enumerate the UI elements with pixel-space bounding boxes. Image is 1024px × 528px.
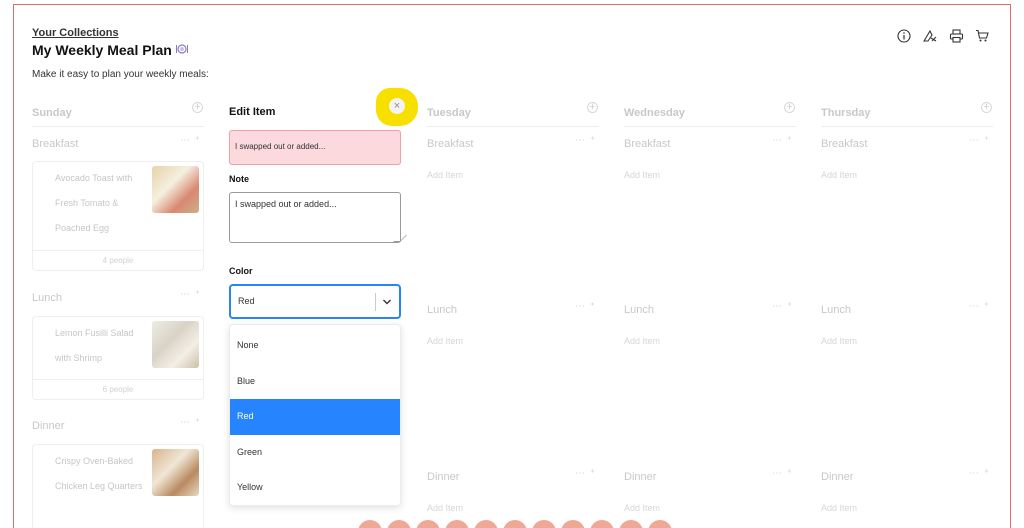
edit-item-title: Edit Item xyxy=(229,106,276,118)
color-option-yellow[interactable]: Yellow xyxy=(230,470,400,505)
pager-dot[interactable] xyxy=(619,520,643,528)
more-options-icon[interactable]: ⋯ ⁺ xyxy=(180,417,201,428)
meal-label-dinner: Dinner xyxy=(32,420,65,432)
pager-dot[interactable] xyxy=(358,520,382,528)
pager-dot[interactable] xyxy=(474,520,498,528)
color-label: Color xyxy=(229,266,253,276)
meal-label-dinner: Dinner xyxy=(427,471,460,483)
add-item-link[interactable]: Add Item xyxy=(821,170,857,180)
more-options-icon[interactable]: ⋯ ⁺ xyxy=(575,301,596,312)
more-options-icon[interactable]: ⋯ ⁺ xyxy=(772,301,793,312)
more-options-icon[interactable]: ⋯ ⁺ xyxy=(180,135,201,146)
meal-label-breakfast: Breakfast xyxy=(32,138,79,150)
add-item-link[interactable]: Add Item xyxy=(624,503,660,513)
meal-label-breakfast: Breakfast xyxy=(821,138,868,150)
day-header-thursday: Thursday xyxy=(821,107,871,119)
info-icon[interactable] xyxy=(896,28,912,44)
pager-dot[interactable] xyxy=(532,520,556,528)
recipe-thumbnail xyxy=(152,321,199,368)
color-select-value: Red xyxy=(238,296,255,306)
color-option-red[interactable]: Red xyxy=(230,399,400,435)
recipe-card[interactable]: Lemon Fusilli Salad with Shrimp 6 people xyxy=(32,316,204,400)
recipe-card[interactable]: Avocado Toast with Fresh Tomato & Poache… xyxy=(32,161,204,271)
more-options-icon[interactable]: ⋯ ⁺ xyxy=(772,468,793,479)
color-select[interactable]: Red xyxy=(229,284,401,319)
add-item-link[interactable]: Add Item xyxy=(624,336,660,346)
meal-label-lunch: Lunch xyxy=(624,304,654,316)
meal-label-breakfast: Breakfast xyxy=(624,138,671,150)
recipe-name: Avocado Toast with Fresh Tomato & Poache… xyxy=(55,173,133,233)
meal-label-dinner: Dinner xyxy=(624,471,657,483)
pager-dot[interactable] xyxy=(561,520,585,528)
more-options-icon[interactable]: ⋯ ⁺ xyxy=(969,301,990,312)
more-options-icon[interactable]: ⋯ ⁺ xyxy=(575,468,596,479)
day-header-wednesday: Wednesday xyxy=(624,107,685,119)
recipe-name: Crispy Oven-Baked Chicken Leg Quarters xyxy=(55,456,143,491)
recipe-card[interactable]: Crispy Oven-Baked Chicken Leg Quarters xyxy=(32,444,204,528)
divider xyxy=(32,126,204,127)
close-icon[interactable]: × xyxy=(389,98,405,114)
recipe-thumbnail xyxy=(152,449,199,496)
pager-dot[interactable] xyxy=(416,520,440,528)
breadcrumb-your-collections[interactable]: Your Collections xyxy=(32,27,119,39)
pager-dot[interactable] xyxy=(590,520,614,528)
add-day-icon[interactable]: + xyxy=(784,102,795,113)
add-item-link[interactable]: Add Item xyxy=(427,503,463,513)
color-option-green[interactable]: Green xyxy=(230,435,400,471)
day-header-tuesday: Tuesday xyxy=(427,107,471,119)
toolbar xyxy=(896,28,990,44)
plate-icon xyxy=(175,43,188,57)
add-item-link[interactable]: Add Item xyxy=(821,503,857,513)
recipe-thumbnail xyxy=(152,166,199,213)
meal-label-lunch: Lunch xyxy=(821,304,851,316)
add-day-icon[interactable]: + xyxy=(587,102,598,113)
more-options-icon[interactable]: ⋯ ⁺ xyxy=(969,468,990,479)
bottom-pager xyxy=(358,520,672,528)
more-options-icon[interactable]: ⋯ ⁺ xyxy=(180,289,201,300)
pager-dot[interactable] xyxy=(503,520,527,528)
divider xyxy=(821,126,993,127)
more-options-icon[interactable]: ⋯ ⁺ xyxy=(969,135,990,146)
pager-dot[interactable] xyxy=(387,520,411,528)
print-icon[interactable] xyxy=(948,28,964,44)
meal-label-breakfast: Breakfast xyxy=(427,138,474,150)
color-option-blue[interactable]: Blue xyxy=(230,364,400,400)
add-item-link[interactable]: Add Item xyxy=(624,170,660,180)
add-item-link[interactable]: Add Item xyxy=(427,170,463,180)
meal-label-lunch: Lunch xyxy=(32,292,62,304)
divider xyxy=(624,126,796,127)
color-dropdown-menu: None Blue Red Green Yellow xyxy=(229,324,401,506)
note-field[interactable]: I swapped out or added... xyxy=(229,192,401,243)
cart-icon[interactable] xyxy=(974,28,990,44)
add-item-link[interactable]: Add Item xyxy=(427,336,463,346)
color-option-none[interactable]: None xyxy=(230,328,400,364)
add-item-link[interactable]: Add Item xyxy=(821,336,857,346)
divider xyxy=(427,126,599,127)
meal-label-dinner: Dinner xyxy=(821,471,854,483)
note-label: Note xyxy=(229,174,249,184)
page-title: My Weekly Meal Plan xyxy=(32,42,188,58)
page-subtitle: Make it easy to plan your weekly meals: xyxy=(32,69,209,80)
select-separator xyxy=(375,293,376,311)
pager-dot[interactable] xyxy=(445,520,469,528)
add-day-icon[interactable]: + xyxy=(192,102,203,113)
chevron-down-icon[interactable] xyxy=(382,295,392,307)
recipe-name: Lemon Fusilli Salad with Shrimp xyxy=(55,328,134,363)
recipe-servings: 4 people xyxy=(33,250,203,270)
page-title-text: My Weekly Meal Plan xyxy=(32,42,172,58)
item-text-field[interactable]: I swapped out or added... xyxy=(229,130,401,165)
recipe-servings: 6 people xyxy=(33,379,203,399)
day-header-sunday: Sunday xyxy=(32,107,72,119)
no-cook-icon[interactable] xyxy=(922,28,938,44)
more-options-icon[interactable]: ⋯ ⁺ xyxy=(575,135,596,146)
more-options-icon[interactable]: ⋯ ⁺ xyxy=(772,135,793,146)
meal-label-lunch: Lunch xyxy=(427,304,457,316)
pager-dot[interactable] xyxy=(648,520,672,528)
add-day-icon[interactable]: + xyxy=(981,102,992,113)
